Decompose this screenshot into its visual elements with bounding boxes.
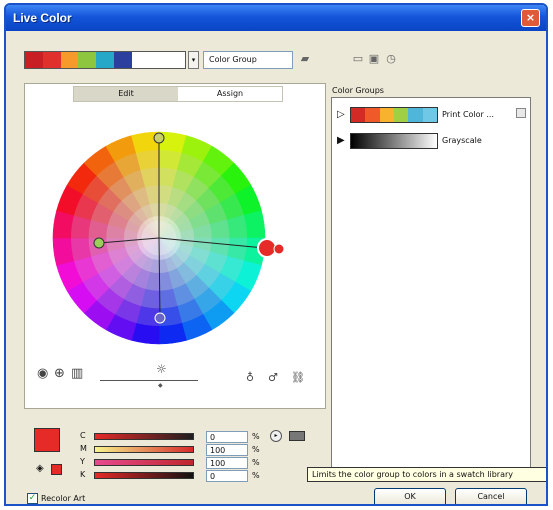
cmyk-row-c: C 0 % [80,431,280,443]
ok-button[interactable]: OK [374,488,446,504]
percent-label: % [252,471,260,480]
group-swatch-strip [350,133,438,149]
harmony-handle-green[interactable] [93,237,105,249]
channel-value-field[interactable]: 100 [206,444,248,456]
color-swatch[interactable] [365,108,380,122]
out-of-gamut-cube-icon[interactable]: ◈ [36,463,44,474]
save-group-icon[interactable]: ▰ [298,52,312,66]
brightness-slider[interactable] [100,380,198,381]
channel-slider[interactable] [94,433,194,440]
tab-edit[interactable]: Edit [74,87,178,101]
color-group-dropdown-icon[interactable]: ▾ [188,51,199,69]
edit-assign-tabs: Edit Assign [73,86,283,102]
color-mode-menu-icon[interactable]: ▸ [270,430,282,442]
color-groups-label: Color Groups [332,86,384,95]
channel-value-field[interactable]: 100 [206,457,248,469]
color-bars-icon[interactable]: ▥ [71,367,83,381]
gamut-correction-swatch[interactable] [51,464,62,475]
fill-color-swatch[interactable] [34,428,60,452]
edit-panel: Edit Assign [24,83,326,409]
color-swatch[interactable] [113,52,132,68]
group-name: Grayscale [442,136,482,145]
cmyk-row-y: Y 100 % [80,457,280,469]
color-groups-list: ▷ Print Color ... ▶ Grayscale [331,97,531,473]
title-bar[interactable]: Live Color × [6,5,546,31]
cancel-button[interactable]: Cancel [455,488,527,504]
harmony-handle-blue[interactable] [154,312,166,324]
base-color-handle-outer[interactable] [273,243,285,255]
wheel-segment[interactable] [52,210,75,239]
cmyk-row-k: K 0 % [80,470,280,482]
harmony-handle-yellow[interactable] [153,132,165,144]
color-swatch[interactable] [351,108,366,122]
wheel-segment[interactable] [131,322,160,345]
percent-label: % [252,445,260,454]
channel-label: C [80,431,86,440]
edit-group-icon[interactable]: ▣ [367,52,381,66]
color-swatch[interactable] [408,108,423,122]
color-swatch[interactable] [42,52,61,68]
live-color-dialog: Live Color × ▾ Color Group ▰ ▭ ▣ ◷ Edit … [4,3,548,506]
base-color-handle[interactable] [257,238,277,258]
channel-value-field[interactable]: 0 [206,431,248,443]
window-title: Live Color [13,11,72,25]
cmyk-row-m: M 100 % [80,444,280,456]
percent-label: % [252,432,260,441]
list-item[interactable]: ▶ Grayscale [332,130,530,152]
dialog-body: ▾ Color Group ▰ ▭ ▣ ◷ Edit Assign ◉ ⊕ ▥ … [6,31,546,504]
channel-label: M [80,444,87,453]
tab-assign[interactable]: Assign [178,87,282,101]
new-group-icon[interactable]: ▭ [351,52,365,66]
recolor-art-label: Recolor Art [41,494,86,503]
color-group-name-field[interactable]: Color Group [203,51,293,69]
delete-group-icon[interactable]: ◷ [384,52,398,66]
color-wheel[interactable] [25,104,325,366]
channel-slider[interactable] [94,459,194,466]
color-swatch[interactable] [131,52,186,68]
smooth-wheel-icon[interactable]: ◉ [37,367,48,381]
link-harmony-icon[interactable]: ⛓ [291,371,305,385]
color-swatch[interactable] [393,108,409,122]
group-swatch-strip [350,107,438,123]
color-swatch[interactable] [25,52,43,68]
color-swatch[interactable] [78,52,97,68]
brightness-slider-thumb[interactable]: ◆ [158,382,163,389]
wheel-segment[interactable] [52,237,75,266]
close-button[interactable]: × [521,9,540,27]
swatch-library-icon[interactable] [289,431,305,441]
sun-icon: ☼ [156,362,167,376]
color-swatch[interactable] [96,52,114,68]
group-name: Print Color ... [442,110,495,119]
color-swatch[interactable] [379,108,394,122]
color-swatch[interactable] [422,108,437,122]
channel-value-field[interactable]: 0 [206,470,248,482]
tooltip: Limits the color group to colors in a sw… [307,467,546,482]
percent-label: % [252,458,260,467]
recolor-art-option[interactable]: ✓ Recolor Art [27,493,85,504]
channel-slider[interactable] [94,446,194,453]
add-color-icon[interactable]: ♁ [246,371,254,385]
expand-triangle-icon[interactable]: ▶ [337,135,345,146]
remove-color-icon[interactable]: ♂ [268,371,278,385]
recolor-art-checkbox[interactable]: ✓ [27,493,38,504]
active-color-group-strip[interactable] [24,51,186,69]
list-item[interactable]: ▷ Print Color ... [332,104,530,126]
wheel-segment[interactable] [158,322,187,345]
channel-label: K [80,470,86,479]
color-swatch[interactable] [60,52,79,68]
expand-triangle-icon[interactable]: ▷ [337,109,345,120]
segmented-wheel-icon[interactable]: ⊕ [54,367,65,381]
channel-slider[interactable] [94,472,194,479]
wheel-segment[interactable] [243,210,266,239]
scroll-up-icon[interactable] [516,108,526,118]
channel-label: Y [80,457,85,466]
